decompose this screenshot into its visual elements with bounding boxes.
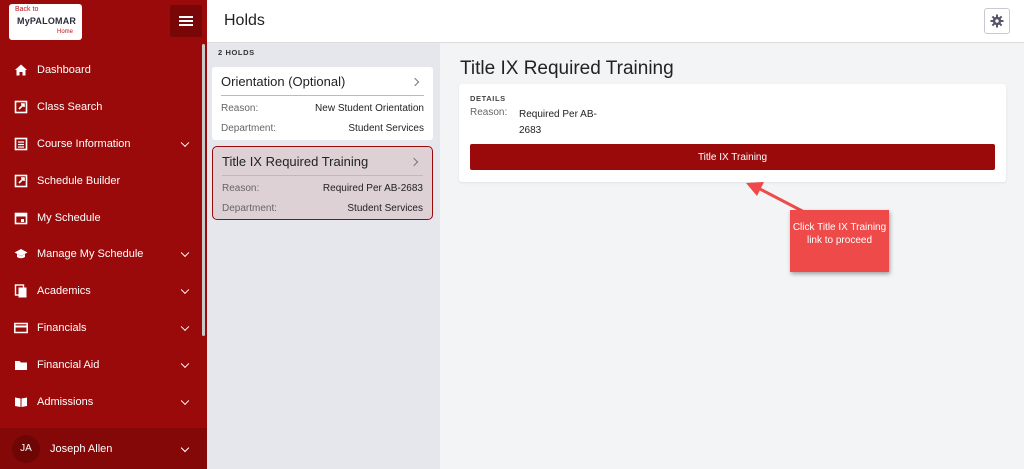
- hamburger-icon-bar: [179, 20, 193, 22]
- nav-item-financial-aid[interactable]: Financial Aid: [0, 346, 200, 383]
- chevron-down-icon: [180, 285, 190, 295]
- hold-detail-title: Title IX Required Training: [460, 58, 674, 79]
- user-menu[interactable]: JA Joseph Allen: [0, 428, 207, 469]
- calendar-icon: [14, 212, 28, 224]
- nav-item-label: Dashboard: [37, 64, 91, 77]
- hold-department-row: Department: Student Services: [222, 199, 423, 219]
- chevron-right-icon: [409, 157, 419, 167]
- chevron-down-icon: [180, 396, 190, 405]
- credit-card-icon: [14, 322, 28, 334]
- hold-reason-value: Required Per AB-2683: [322, 183, 423, 195]
- hamburger-icon: [179, 16, 193, 18]
- title-ix-training-button[interactable]: Title IX Training: [470, 144, 995, 170]
- details-heading: DETAILS: [470, 94, 506, 103]
- external-link-icon: [14, 174, 28, 188]
- logo-back-text: Back to: [15, 6, 39, 13]
- hold-title: Title IX Required Training: [222, 147, 423, 176]
- chevron-down-icon: [180, 443, 190, 453]
- chevron-down-icon: [180, 359, 190, 368]
- hold-reason-label: Reason:: [221, 103, 259, 115]
- hold-department-value: Student Services: [348, 122, 424, 134]
- nav-item-label: Financials: [37, 321, 87, 334]
- hold-reason-row: Reason: New Student Orientation: [221, 99, 424, 119]
- nav-item-class-search[interactable]: Class Search: [0, 89, 200, 126]
- chevron-right-icon: [410, 77, 420, 87]
- hold-detail-card: DETAILS Reason: Required Per AB-2683 Tit…: [459, 84, 1006, 182]
- chevron-down-icon: [180, 248, 190, 258]
- avatar: JA: [12, 434, 40, 463]
- hold-card-orientation[interactable]: Orientation (Optional) Reason: New Stude…: [212, 67, 433, 140]
- holds-count: 2 HOLDS: [218, 48, 255, 57]
- hold-title: Orientation (Optional): [221, 67, 424, 96]
- graduation-cap-icon: [14, 249, 28, 259]
- hamburger-icon-bar: [179, 24, 193, 26]
- gear-icon: [990, 14, 1004, 28]
- hold-department-row: Department: Student Services: [221, 119, 424, 139]
- hold-department-label: Department:: [222, 202, 278, 214]
- external-link-icon: [14, 100, 28, 114]
- hold-title-text: Orientation (Optional): [221, 74, 346, 89]
- nav-item-course-information[interactable]: Course Information: [0, 126, 200, 163]
- nav-item-label: Manage My Schedule: [37, 248, 144, 261]
- nav-item-label: Class Search: [37, 101, 103, 114]
- menu-toggle-button[interactable]: [170, 5, 202, 37]
- nav-item-label: Admissions: [37, 395, 94, 408]
- holds-list-panel: 2 HOLDS Orientation (Optional) Reason: N…: [207, 43, 440, 469]
- settings-button[interactable]: [984, 8, 1010, 34]
- annotation-callout: Click Title IX Training link to proceed: [790, 210, 889, 272]
- folder-icon: [15, 360, 27, 370]
- sidebar: Back to MyPALOMAR Home Dashboard Class S…: [0, 0, 207, 469]
- chevron-down-icon: [180, 322, 190, 332]
- chevron-down-icon: [180, 138, 190, 148]
- hold-title-text: Title IX Required Training: [222, 154, 369, 169]
- nav-item-admissions[interactable]: Admissions: [0, 383, 200, 420]
- book-icon: [15, 397, 27, 407]
- copy-icon: [14, 284, 27, 298]
- hold-reason-label: Reason:: [222, 183, 260, 195]
- nav-item-label: My Schedule: [37, 211, 101, 224]
- nav-item-label: Course Information: [37, 137, 131, 150]
- hold-department-value: Student Services: [347, 202, 423, 214]
- nav-item-label: Financial Aid: [37, 358, 100, 371]
- back-to-mypalomar-logo[interactable]: Back to MyPALOMAR Home: [9, 4, 82, 40]
- nav-item-manage-my-schedule[interactable]: Manage My Schedule: [0, 236, 200, 273]
- hold-reason-row: Reason: Required Per AB-2683: [222, 179, 423, 199]
- nav-item-my-schedule[interactable]: My Schedule: [0, 199, 200, 236]
- logo-brand-text: MyPALOMAR: [17, 16, 77, 26]
- user-name: Joseph Allen: [50, 442, 113, 455]
- sidebar-top: Back to MyPALOMAR Home: [0, 0, 207, 42]
- nav-item-schedule-builder[interactable]: Schedule Builder: [0, 162, 200, 199]
- page-header: Holds: [207, 0, 1024, 43]
- sidebar-scrollbar[interactable]: [202, 44, 205, 336]
- logo-home-text: Home: [57, 29, 74, 35]
- detail-reason-value: Required Per AB-2683: [519, 109, 597, 136]
- nav-item-label: Schedule Builder: [37, 174, 121, 187]
- nav-item-dashboard[interactable]: Dashboard: [0, 52, 200, 89]
- home-icon: [15, 64, 27, 76]
- nav-item-label: Academics: [37, 285, 91, 298]
- hold-reason-value: New Student Orientation: [315, 103, 424, 115]
- page-title: Holds: [224, 12, 265, 29]
- nav-item-financials[interactable]: Financials: [0, 310, 200, 347]
- hold-card-title-ix[interactable]: Title IX Required Training Reason: Requi…: [212, 146, 433, 220]
- nav-item-academics[interactable]: Academics: [0, 273, 200, 310]
- list-icon: [14, 137, 28, 151]
- hold-department-label: Department:: [221, 122, 277, 134]
- detail-reason-label: Reason:: [470, 107, 508, 118]
- sidebar-nav: Dashboard Class Search Course Informatio…: [0, 52, 200, 420]
